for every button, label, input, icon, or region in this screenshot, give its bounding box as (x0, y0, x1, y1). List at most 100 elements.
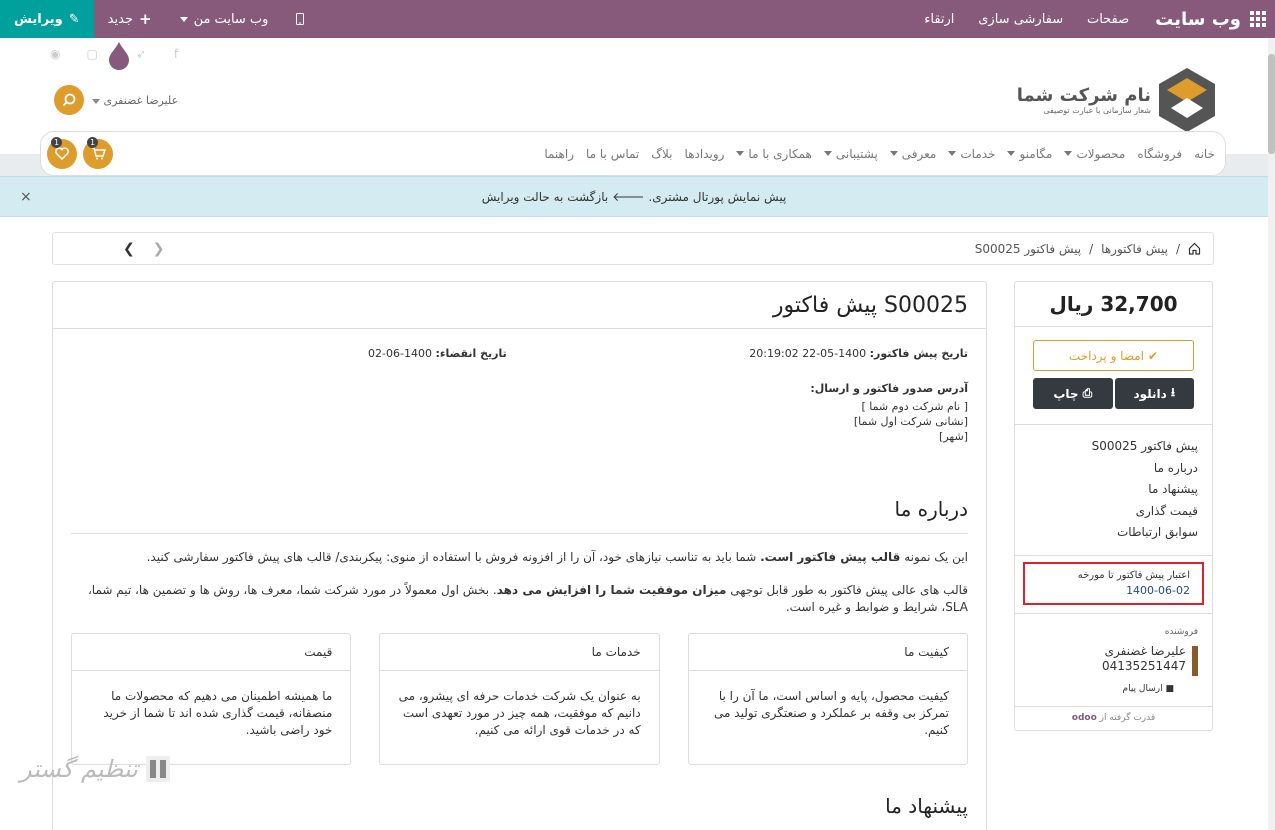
sign-pay-button[interactable]: ✔ امضا و پرداخت (1033, 340, 1194, 371)
offer-heading: پیشنهاد ما (885, 794, 968, 818)
instagram-icon[interactable]: ▢ (86, 47, 97, 61)
alert-text-a: پیش نمایش پورتال مشتری. (648, 189, 787, 204)
link-quote[interactable]: پیش فاکتور S00025 (1092, 436, 1198, 458)
nav-services[interactable]: خدمات (948, 147, 995, 161)
cart-button[interactable]: 1 (83, 136, 113, 169)
section-links: پیش فاکتور S00025 درباره ما پیشنهاد ما ق… (1092, 436, 1198, 544)
nav-megamenu[interactable]: مگامنو (1007, 147, 1052, 161)
my-site-dropdown[interactable]: وب سایت من (166, 0, 283, 38)
seller-label: فروشنده (1164, 627, 1198, 637)
close-icon[interactable]: × (20, 189, 32, 205)
logo-subtitle: شعار سازمانی یا عبارت توصیفی (1043, 106, 1151, 115)
link-offer[interactable]: پیشنهاد ما (1092, 479, 1198, 501)
nav-contact[interactable]: تماس با ما (586, 147, 639, 161)
doc-title: پیش فاکتور S00025 (53, 282, 986, 329)
nav-events[interactable]: رویدادها (685, 147, 725, 161)
menu-upgrade[interactable]: ارتقاء (924, 12, 954, 27)
pinterest-icon[interactable]: ◉ (50, 47, 60, 61)
user-menu[interactable]: علیرضا غضنفری (92, 94, 178, 107)
plus-icon: + (138, 10, 152, 28)
total-amount: 32,700 ریال (1015, 282, 1212, 327)
validity-box: اعتبار پیش فاکتور تا مورخه 1400-06-02 (1023, 562, 1204, 605)
check-icon: ✔ (1148, 348, 1159, 363)
nav-about[interactable]: معرفی (889, 147, 936, 161)
arrow-left-icon: 🡐 (612, 190, 645, 204)
breadcrumb-current: پیش فاکتور S00025 (974, 241, 1082, 256)
menu-pages[interactable]: صفحات (1087, 12, 1129, 27)
card-price: قیمت ما همیشه اطمینان می دهیم که محصولات… (71, 633, 352, 765)
watermark: تنظیم گستر (20, 755, 170, 783)
admin-topbar: وب سایت صفحات سفارشی سازی ارتقاء وب سایت… (0, 0, 1275, 38)
mobile-icon (296, 13, 305, 25)
nav-products[interactable]: محصولات (1064, 147, 1125, 161)
back-to-edit-link[interactable]: بازگشت به حالت ویرایش (482, 190, 608, 204)
odoo-logo[interactable]: odoo (1072, 713, 1097, 723)
chevron-down-icon (948, 151, 957, 156)
seller-phone: 04135251447 (1102, 659, 1186, 673)
link-history[interactable]: سوابق ارتباطات (1092, 522, 1198, 544)
main-nav: 1 1 خانه فروشگاه محصولات مگامنو خدمات مع… (40, 131, 1226, 176)
card-quality: کیفیت ما کیفیت محصول، پایه و اساس است، م… (687, 633, 968, 765)
twitter-icon[interactable]: ➶ (136, 47, 146, 61)
download-icon: ⭳ (1170, 385, 1176, 399)
mobile-preview-button[interactable] (282, 0, 318, 38)
cart-icon (91, 147, 106, 160)
scrollbar-thumb[interactable] (1268, 54, 1275, 154)
drag-drop-icon[interactable] (107, 40, 131, 70)
page-scrollbar[interactable] (1268, 38, 1275, 830)
breadcrumb-quotes[interactable]: پیش فاکتورها (1101, 242, 1168, 256)
print-button[interactable]: ⎙ چاپ (1033, 378, 1113, 409)
preview-alert: پیش نمایش پورتال مشتری. 🡐 بازگشت به حالت… (0, 176, 1268, 217)
chevron-down-icon (1064, 151, 1073, 156)
chevron-down-icon (889, 151, 898, 156)
logo-mark-icon (1159, 68, 1215, 132)
link-pricing[interactable]: قیمت گذاری (1092, 501, 1198, 523)
next-record-button[interactable]: ❯ (153, 241, 165, 257)
chevron-down-icon (823, 151, 832, 156)
menu-customize[interactable]: سفارشی سازی (978, 12, 1063, 27)
chevron-down-icon (179, 16, 188, 22)
validity-date: 1400-06-02 (1126, 584, 1190, 597)
wishlist-count: 1 (51, 136, 62, 148)
nav-shop[interactable]: فروشگاه (1137, 147, 1182, 161)
pencil-icon: ✎ (68, 11, 80, 27)
about-heading: درباره ما (894, 497, 968, 521)
expire-date: 1400-06-02 (368, 347, 432, 360)
card-services: خدمات ما به عنوان یک شرکت خدمات حرفه ای … (379, 633, 660, 765)
chevron-down-icon (736, 151, 745, 156)
send-message-link[interactable]: ■ ارسال پیام (1123, 684, 1174, 694)
seller-info: علیرضا غضنفری 04135251447 (1102, 644, 1198, 676)
quote-date: 1400-05-22 20:19:02 (749, 347, 867, 360)
cart-count: 1 (87, 136, 98, 148)
nav-partner[interactable]: همکاری با ما (736, 147, 812, 161)
divider (71, 533, 968, 534)
facebook-icon[interactable]: f (174, 47, 178, 61)
wishlist-button[interactable]: 1 (47, 136, 77, 169)
watermark-logo-icon (145, 756, 170, 782)
feature-cards: کیفیت ما کیفیت محصول، پایه و اساس است، م… (71, 633, 968, 765)
quote-dates: تاریخ پیش فاکتور: 1400-05-22 20:19:02 تا… (368, 347, 968, 360)
download-button[interactable]: ⭳ دانلود (1114, 378, 1194, 409)
about-paragraph-1: این یک نمونه قالب پیش فاکتور است. شما با… (146, 550, 968, 564)
link-about[interactable]: درباره ما (1092, 458, 1198, 480)
edit-button[interactable]: ✎ ویرایش (0, 0, 94, 38)
print-icon: ⎙ (1082, 386, 1093, 400)
heart-icon (55, 147, 69, 160)
quote-sidebar: 32,700 ریال ✔ امضا و پرداخت ⭳ دانلود ⎙ چ… (1014, 281, 1213, 731)
seller-name: علیرضا غضنفری (1104, 644, 1186, 658)
nav-blog[interactable]: بلاگ (651, 147, 672, 161)
comment-icon: ■ (1165, 684, 1174, 694)
home-icon[interactable] (1188, 242, 1201, 255)
user-area: علیرضا غضنفری (54, 85, 178, 115)
new-button[interactable]: + جدید (94, 0, 166, 38)
logo-title: نام شرکت شما (1016, 85, 1151, 106)
avatar (1192, 646, 1198, 676)
nav-support[interactable]: پشتیبانی (823, 147, 878, 161)
apps-grid-icon[interactable] (1241, 11, 1275, 27)
company-logo[interactable]: نام شرکت شما شعار سازمانی یا عبارت توصیف… (1017, 68, 1215, 132)
app-brand: وب سایت (1155, 8, 1241, 30)
nav-home[interactable]: خانه (1194, 147, 1215, 161)
prev-record-button[interactable]: ❮ (123, 241, 135, 257)
search-button[interactable] (54, 85, 84, 115)
nav-help[interactable]: راهنما (544, 147, 574, 161)
